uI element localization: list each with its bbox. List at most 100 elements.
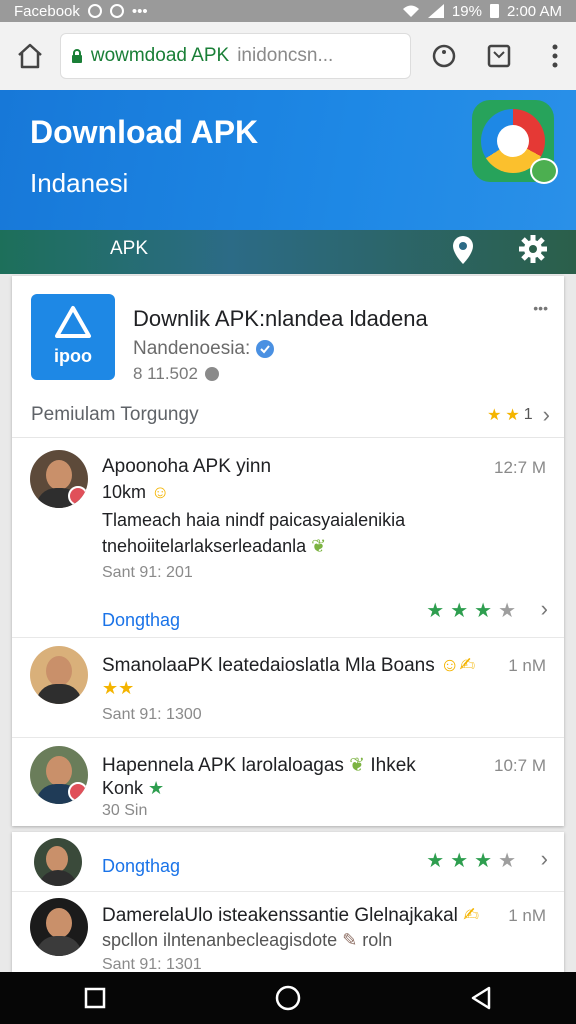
avatar — [34, 838, 82, 886]
leaf-emoji-icon: ❦ — [349, 755, 366, 776]
star-icon: ★ — [426, 600, 445, 622]
reload-button[interactable] — [423, 33, 466, 79]
lock-icon — [71, 49, 82, 63]
heart-badge-icon — [68, 486, 88, 506]
globe-icon — [204, 367, 219, 381]
reply-link[interactable]: Dongthag — [102, 856, 180, 877]
heart-badge-icon — [68, 782, 88, 802]
developer-name: Nandenoesia: — [133, 338, 251, 359]
leaf-emoji-icon: ❦ — [311, 536, 327, 556]
review-stars: ★ ★ ★ ★ — [426, 848, 516, 873]
reload-icon — [433, 44, 456, 68]
apk-tab[interactable]: APK — [110, 238, 148, 260]
app-logo-icon[interactable] — [472, 100, 558, 184]
review-sub: Konk ★ — [102, 778, 165, 798]
star-icon: ★ — [148, 778, 165, 798]
review-sub: 10km ☺ — [102, 482, 170, 502]
overflow-menu-icon — [552, 44, 557, 68]
star-icon: ★ — [450, 600, 469, 622]
tabs-button[interactable] — [478, 33, 521, 79]
app-header: ipoo Downlik APK:nlandea ldadena Nandeno… — [12, 276, 564, 438]
section-label: Pemiulam Torgungy — [31, 404, 199, 425]
review-item[interactable]: DamerelaUlo isteakenssantie Glelnajkakal… — [12, 892, 564, 973]
star-icon: ★ — [505, 407, 520, 424]
wifi-icon — [402, 5, 419, 17]
avatar — [30, 646, 88, 704]
tabs-icon — [488, 44, 511, 68]
star-icon: ★ — [498, 850, 516, 872]
battery-percent: 19% — [451, 2, 482, 20]
location-pin-icon[interactable] — [448, 234, 478, 268]
back-triangle-icon[interactable] — [470, 986, 492, 1010]
reviewer-name: Apoonoha APK yinn — [102, 456, 272, 477]
review-meta: Sant 91: 1300 — [102, 706, 202, 723]
smile-emoji-icon: ☺ — [151, 482, 170, 502]
app-title: Downlik APK:nlandea ldadena — [133, 306, 428, 331]
reply-row[interactable]: Dongthag ★ ★ ★ ★ › — [12, 832, 564, 892]
section-count: 1 — [523, 406, 533, 423]
review-body-line: tnehoiitelarlakserleadanla ❦ — [102, 536, 327, 556]
avatar — [30, 450, 88, 508]
star-icon: ★ — [487, 407, 502, 424]
review-body-line: Tlameach haia nindf paicasyaialenikia — [102, 510, 406, 530]
home-icon — [18, 43, 42, 69]
url-bar[interactable]: wowmdoad APK inidoncsn... — [59, 33, 411, 79]
url-domain: wowmdoad APK — [90, 45, 230, 66]
emoji-icon: ✍ — [463, 905, 480, 926]
chevron-right-icon[interactable]: › — [541, 846, 548, 872]
status-app-label: Facebook — [14, 2, 80, 20]
reviewer-name: Hapennela APK larolaloagas ❦ Ihkek — [102, 755, 416, 776]
overflow-menu-button[interactable] — [533, 33, 576, 79]
hero-banner: Download APK Indanesi — [0, 90, 576, 230]
recents-square-icon[interactable] — [84, 987, 106, 1009]
signal-icon — [427, 4, 444, 18]
app-icon[interactable]: ipoo — [31, 294, 115, 380]
review-time: 12:7 M — [494, 458, 546, 477]
avatar — [30, 898, 88, 956]
reviewer-name: DamerelaUlo isteakenssantie Glelnajkakal… — [102, 905, 480, 926]
review-item[interactable]: Hapennela APK larolaloagas ❦ Ihkek 10:7 … — [12, 738, 564, 826]
section-rating-link[interactable]: ★ ★ 1 › — [487, 402, 550, 428]
avatar — [30, 746, 88, 804]
star-icon: ★ — [498, 600, 516, 622]
app-review-card: ipoo Downlik APK:nlandea ldadena Nandeno… — [12, 276, 564, 826]
more-notifications-icon: ••• — [131, 2, 148, 20]
notification-icon — [109, 4, 124, 18]
battery-icon — [489, 4, 499, 18]
review-item[interactable]: SmanolaaPK leatedaioslatla Mla Boans ☺✍ … — [12, 638, 564, 738]
star-icon: ★ — [426, 850, 445, 872]
url-path: inidoncsn... — [237, 45, 334, 66]
review-body-line: spcllon ilntenanbecleagisdote ✎ roln — [102, 930, 393, 950]
reply-link[interactable]: Dongthag — [102, 610, 180, 631]
review-item[interactable]: Apoonoha APK yinn 12:7 M 10km ☺ Tlameach… — [12, 438, 564, 638]
chevron-right-icon[interactable]: › — [541, 596, 548, 622]
star-icon: ★ — [450, 850, 469, 872]
status-bar: Facebook ••• 19% 2:00 AM — [0, 0, 576, 22]
sub-navigation: APK — [0, 230, 576, 274]
review-time: 1 nM — [508, 906, 546, 925]
emoji-icon: ☺✍ — [440, 655, 476, 676]
review-time: 1 nM — [508, 656, 546, 675]
reviewer-name: SmanolaaPK leatedaioslatla Mla Boans ☺✍ — [102, 655, 476, 676]
page-title: Download APK — [30, 114, 259, 150]
chevron-right-icon: › — [542, 402, 550, 427]
pen-emoji-icon: ✎ — [342, 930, 358, 950]
page-subtitle: Indanesi — [30, 168, 129, 198]
home-button[interactable] — [0, 22, 60, 90]
star-icon: ★ — [474, 850, 493, 872]
browser-toolbar: wowmdoad APK inidoncsn... — [0, 22, 576, 90]
review-meta: Sant 91: 201 — [102, 564, 193, 581]
clock: 2:00 AM — [506, 2, 562, 20]
app-icon-label: ipoo — [54, 346, 92, 366]
review-card-2: Dongthag ★ ★ ★ ★ › DamerelaUlo isteakenssan… — [12, 832, 564, 973]
download-count: 8 11.502 — [133, 364, 198, 383]
app-more-icon[interactable]: ••• — [533, 300, 548, 316]
app-developer[interactable]: Nandenoesia: — [133, 338, 275, 360]
app-triangle-icon — [55, 306, 91, 338]
review-stars: ★ ★ ★ ★ — [426, 598, 516, 623]
verified-icon — [256, 340, 275, 358]
system-navigation-bar — [0, 972, 576, 1024]
review-meta: 30 Sin — [102, 802, 148, 819]
home-circle-icon[interactable] — [275, 985, 301, 1011]
settings-gear-icon[interactable] — [516, 232, 550, 266]
